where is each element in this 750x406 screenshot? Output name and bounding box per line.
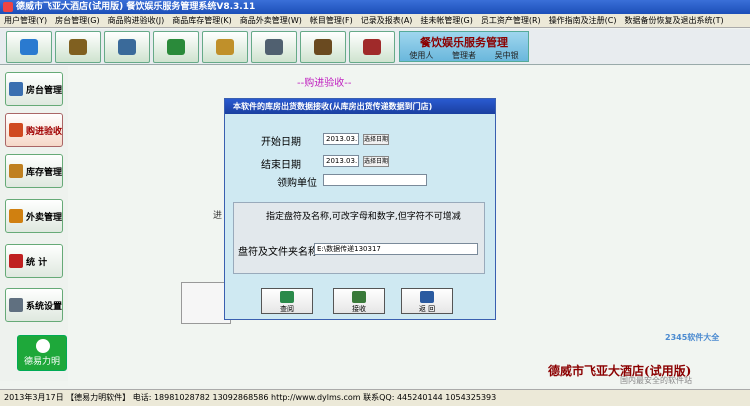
banner-user-label: 使用人 — [409, 51, 434, 60]
window-title-bar: 德威市飞亚大酒店(试用版) 餐饮娱乐服务管理系统V8.3.11 — [0, 0, 750, 14]
gear-icon — [9, 298, 23, 312]
refresh-icon — [20, 39, 38, 55]
start-date-label: 开始日期 — [261, 137, 301, 148]
menu-item[interactable]: 房台管理(G) — [51, 14, 103, 27]
toolbar-button-id-card[interactable] — [251, 31, 297, 63]
system-banner: 餐饮娱乐服务管理 使用人 管理者 吴中银 — [399, 31, 529, 62]
unit-field[interactable] — [323, 174, 427, 186]
book-icon — [314, 39, 332, 55]
toolbar-button-notepad[interactable] — [55, 31, 101, 63]
menu-item[interactable]: 挂未帐管理(G) — [416, 14, 476, 27]
back-button-label: 返 回 — [418, 305, 436, 313]
menu-item[interactable]: 商品购进验收(J) — [104, 14, 169, 27]
sidebar-item-label: 系统设置 — [26, 301, 63, 312]
path-label: 盘符及文件夹名称 — [238, 247, 318, 258]
toolbar-button-book[interactable] — [300, 31, 346, 63]
start-date-field[interactable]: 2013.03.17 — [323, 133, 359, 145]
menu-item[interactable]: 数据备份恢复及退出系统(T) — [621, 14, 728, 27]
truck-icon — [216, 39, 234, 55]
cart-icon — [9, 209, 23, 223]
path-group: 指定盘符及名称,可改字母和数字,但字符不可增减 盘符及文件夹名称 E:\数据传递… — [233, 202, 485, 274]
receive-button[interactable]: 接收 — [333, 288, 385, 314]
menu-item[interactable]: 员工资产管理(R) — [477, 14, 545, 27]
window-title: 德威市飞亚大酒店(试用版) 餐饮娱乐服务管理系统V8.3.11 — [16, 2, 256, 12]
menu-item[interactable]: 商品外卖管理(W) — [236, 14, 306, 27]
sidebar-item-boxes[interactable]: 库存管理 — [5, 154, 63, 188]
menu-bar: 用户管理(Y) 房台管理(G) 商品购进验收(J) 商品库存管理(K) 商品外卖管理(W… — [0, 14, 750, 28]
brand-button-label: 德易力明 — [23, 357, 60, 367]
sidebar-item-gear[interactable]: 系统设置 — [5, 288, 63, 322]
brand-logo-icon — [36, 339, 50, 353]
boxes-icon — [9, 164, 23, 178]
receive-icon — [352, 291, 366, 303]
magnifier-icon — [280, 291, 294, 303]
sidebar-item-chart[interactable]: 统 计 — [5, 244, 63, 278]
unit-label: 领购单位 — [277, 178, 317, 189]
brand-button[interactable]: 德易力明 — [17, 335, 67, 371]
notepad-icon — [69, 39, 87, 55]
hotel-subtitle: 国内最安全的软件站 — [620, 376, 692, 385]
banner-title: 餐饮娱乐服务管理 — [420, 36, 508, 49]
pencil-icon — [9, 123, 23, 137]
id-card-icon — [265, 39, 283, 55]
toolbar-button-refresh[interactable] — [6, 31, 52, 63]
end-date-field[interactable]: 2013.03.17 — [323, 155, 359, 167]
end-date-label: 结束日期 — [261, 160, 301, 171]
sidebar-item-house[interactable]: 房台管理 — [5, 72, 63, 106]
menu-item[interactable]: 记录及报表(A) — [357, 14, 417, 27]
house-icon — [9, 82, 23, 96]
sidebar-item-label: 统 计 — [26, 257, 48, 268]
sidebar-item-label: 库存管理 — [26, 167, 63, 178]
banner-user-role: 管理者 — [451, 51, 476, 60]
chart-icon — [9, 254, 23, 268]
query-button-label: 查阅 — [280, 305, 294, 313]
sidebar-item-pencil[interactable]: 购进验收 — [5, 113, 63, 147]
exit-door-icon — [420, 291, 434, 303]
path-hint: 指定盘符及名称,可改字母和数字,但字符不可增减 — [266, 212, 461, 222]
toolbar — [0, 29, 750, 65]
sidebar-item-label: 房台管理 — [26, 85, 63, 96]
toolbar-button-search[interactable] — [104, 31, 150, 63]
sidebar-item-label: 外卖管理 — [26, 212, 63, 223]
search-icon — [118, 39, 136, 55]
watermark-text: 2345软件大全 — [665, 333, 720, 342]
exit-icon — [363, 39, 381, 55]
query-button[interactable]: 查阅 — [261, 288, 313, 314]
path-field[interactable]: E:\数据传递130317 — [314, 243, 478, 255]
app-icon — [3, 2, 13, 12]
menu-item[interactable]: 商品库存管理(K) — [168, 14, 236, 27]
banner-user-name: 吴中银 — [494, 51, 519, 60]
spreadsheet-icon — [167, 39, 185, 55]
sidebar-item-label: 购进验收 — [26, 126, 63, 137]
start-date-pick-button[interactable]: 选择日期 — [363, 134, 389, 145]
section-title: --购进验收-- — [297, 78, 352, 89]
sidebar-item-cart[interactable]: 外卖管理 — [5, 199, 63, 233]
toolbar-button-truck[interactable] — [202, 31, 248, 63]
menu-item[interactable]: 帐目管理(F) — [306, 14, 357, 27]
toolbar-button-spreadsheet[interactable] — [153, 31, 199, 63]
menu-item[interactable]: 操作指南及注册(C) — [545, 14, 621, 27]
back-button[interactable]: 返 回 — [401, 288, 453, 314]
toolbar-button-exit[interactable] — [349, 31, 395, 63]
dialog-body: 开始日期 2013.03.17 选择日期 结束日期 2013.03.17 选择日… — [225, 114, 495, 319]
dialog-title: 本软件的库房出货数据接收(从库房出货传递数据到门店) — [225, 99, 495, 114]
receive-button-label: 接收 — [352, 305, 366, 313]
sidebar: 房台管理购进验收库存管理外卖管理统 计系统设置 — [0, 66, 68, 381]
status-bar: 2013年3月17日 【德易力明软件】 电话: 18981028782 1309… — [0, 389, 750, 406]
end-date-pick-button[interactable]: 选择日期 — [363, 156, 389, 167]
menu-item[interactable]: 用户管理(Y) — [0, 14, 51, 27]
receive-dialog: 本软件的库房出货数据接收(从库房出货传递数据到门店) 开始日期 2013.03.… — [224, 98, 496, 320]
